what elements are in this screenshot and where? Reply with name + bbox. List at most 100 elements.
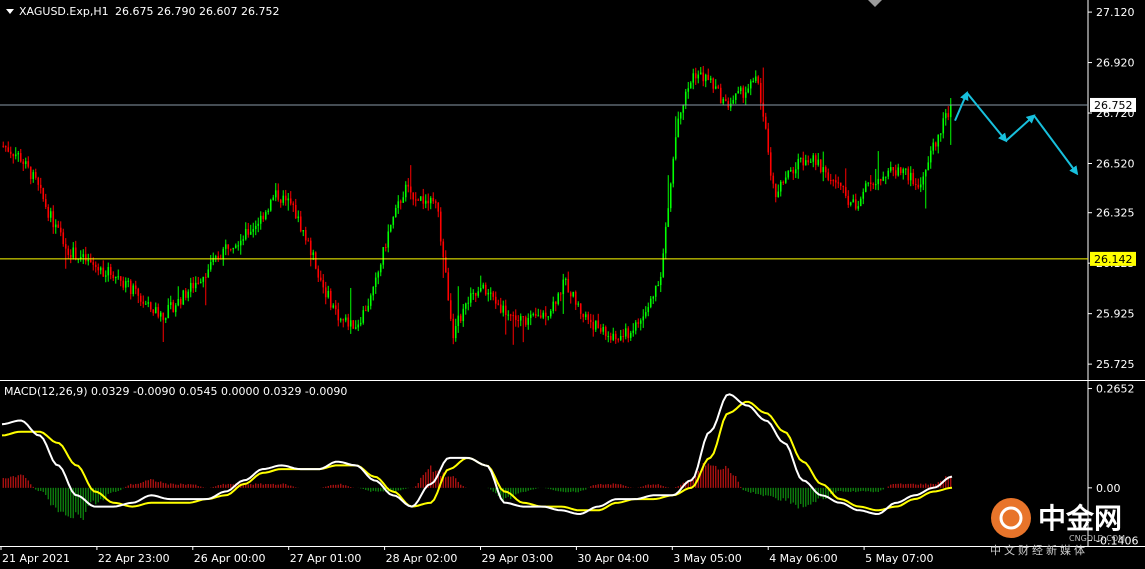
- candle-body: [347, 317, 350, 327]
- candle-body: [672, 158, 675, 184]
- candle-body: [624, 328, 627, 337]
- chart-canvas[interactable]: 27.12026.92026.72026.52026.32526.12525.9…: [0, 0, 1145, 569]
- macd-tick-label: 0.00: [1096, 482, 1121, 495]
- forecast-arrow-segment: [1033, 114, 1079, 176]
- candle-body: [322, 280, 325, 288]
- candle-body: [287, 198, 290, 201]
- candle-body: [182, 290, 185, 305]
- candle-body: [2, 145, 5, 147]
- candle-body: [37, 177, 40, 185]
- candle-body: [142, 301, 145, 304]
- candle-body: [549, 310, 552, 317]
- candle-body: [267, 210, 270, 213]
- candle-body: [864, 183, 867, 192]
- watermark-title: 中金网: [1038, 502, 1122, 535]
- candle-body: [54, 224, 57, 228]
- candle-body: [159, 312, 162, 317]
- candle-body: [572, 291, 575, 297]
- candle-body: [612, 333, 615, 340]
- candle-body: [584, 314, 587, 318]
- candle-body: [699, 72, 702, 75]
- candle-body: [352, 320, 355, 329]
- candle-body: [379, 264, 382, 273]
- candle-body: [752, 81, 755, 83]
- main-panel[interactable]: 27.12026.92026.72026.52026.32526.12525.9…: [0, 0, 1145, 381]
- candle-body: [884, 176, 887, 178]
- candle-body: [859, 198, 862, 207]
- candle-body: [192, 282, 195, 289]
- candle-body: [689, 82, 692, 89]
- candle-body: [682, 104, 685, 113]
- candle-body: [419, 196, 422, 201]
- candle-body: [304, 230, 307, 241]
- candle-body: [902, 169, 905, 174]
- candle-body: [404, 184, 407, 198]
- candle-body: [292, 203, 295, 205]
- candle-body: [427, 200, 430, 204]
- candle-body: [569, 292, 572, 297]
- candle-body: [329, 290, 332, 308]
- candle-body: [89, 259, 92, 263]
- candle-body: [807, 160, 810, 163]
- candle-body: [709, 78, 712, 80]
- candle-body: [177, 299, 180, 306]
- candle-body: [357, 324, 360, 328]
- candle-body: [519, 316, 522, 321]
- time-tick-label: 3 May 05:00: [673, 552, 741, 565]
- candle-body: [439, 211, 442, 242]
- candle-body: [559, 293, 562, 295]
- candle-body: [447, 272, 450, 301]
- candle-body: [154, 307, 157, 314]
- candle-body: [727, 101, 730, 108]
- candle-body: [504, 305, 507, 316]
- candle-body: [202, 276, 205, 282]
- candle-body: [364, 310, 367, 312]
- candle-body: [664, 226, 667, 254]
- candle-body: [567, 278, 570, 293]
- candle-body: [592, 322, 595, 330]
- candle-body: [929, 150, 932, 163]
- candle-body: [487, 292, 490, 295]
- menu-triangle-icon[interactable]: [6, 9, 14, 14]
- candle-body: [827, 172, 830, 181]
- macd-panel[interactable]: 0.26520.00-0.1406 MACD(12,26,9) 0.0329 -…: [0, 381, 1145, 547]
- candle-body: [69, 255, 72, 258]
- candle-body: [459, 315, 462, 322]
- candle-body: [824, 167, 827, 173]
- candle-body: [127, 280, 130, 282]
- candle-body: [662, 253, 665, 277]
- candle-body: [482, 284, 485, 289]
- candle-body: [924, 170, 927, 177]
- candle-body: [707, 74, 710, 80]
- candle-body: [812, 155, 815, 162]
- candle-body: [49, 211, 52, 218]
- time-tick-label: 29 Apr 03:00: [482, 552, 554, 565]
- candle-body: [737, 91, 740, 94]
- candle-body: [217, 256, 220, 259]
- candle-body: [164, 318, 167, 320]
- candle-body: [514, 315, 517, 320]
- candle-body: [4, 145, 7, 148]
- candle-body: [769, 152, 772, 176]
- candle-body: [529, 314, 532, 319]
- candle-body: [264, 212, 267, 220]
- candle-body: [412, 192, 415, 200]
- candle-body: [789, 170, 792, 172]
- watermark-logo: 中金网 CNGOLD.COM 中文财经新媒体: [990, 498, 1125, 557]
- time-axis: 21 Apr 2021 22 Apr 23:00 26 Apr 00:00 27 Ap…: [0, 546, 934, 565]
- price-tick-label: 27.120: [1096, 6, 1135, 19]
- candle-body: [542, 312, 545, 318]
- candle-body: [949, 104, 952, 118]
- candle-body: [139, 295, 142, 302]
- candle-body: [39, 184, 42, 188]
- candle-body: [339, 319, 342, 321]
- candle-body: [837, 182, 840, 184]
- time-tick-label: 26 Apr 00:00: [194, 552, 266, 565]
- candle-body: [64, 244, 67, 249]
- candle-body: [934, 142, 937, 147]
- candle-body: [29, 166, 32, 180]
- scroll-marker-icon[interactable]: [868, 0, 882, 7]
- candle-body: [819, 159, 822, 173]
- candle-body: [834, 180, 837, 183]
- time-tick-label: 27 Apr 01:00: [290, 552, 362, 565]
